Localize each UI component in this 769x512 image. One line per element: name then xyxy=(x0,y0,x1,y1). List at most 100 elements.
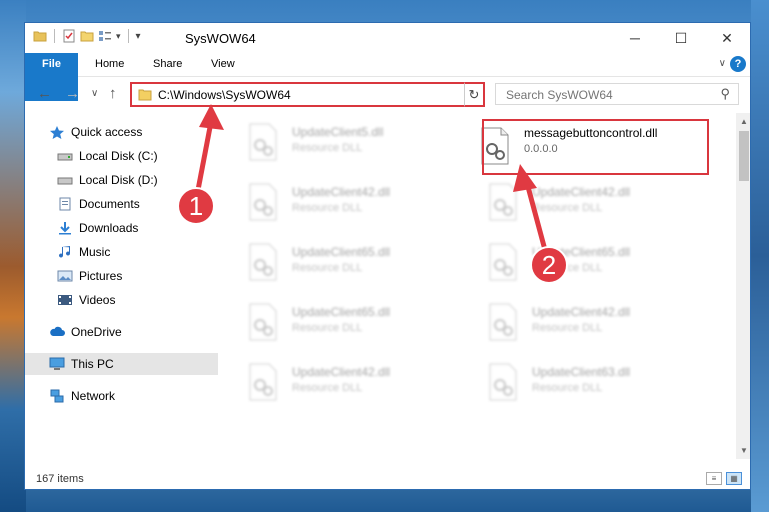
file-name: UpdateClient65.dll xyxy=(532,245,631,259)
search-box[interactable]: ⚲ xyxy=(495,83,739,105)
scrollbar-thumb[interactable] xyxy=(739,131,749,181)
address-bar[interactable]: C:\Windows\SysWOW64 ∨ xyxy=(130,82,482,107)
tab-share[interactable]: Share xyxy=(141,53,194,76)
file-item[interactable]: UpdateClient42.dll Resource DLL xyxy=(458,297,668,345)
up-arrow-icon[interactable]: ↑ xyxy=(109,85,117,102)
music-icon xyxy=(59,246,71,258)
address-path: C:\Windows\SysWOW64 xyxy=(158,88,291,102)
nav-item-label: Network xyxy=(71,389,116,403)
nav-item-local-disk-c[interactable]: Local Disk (C:) 📌 xyxy=(25,145,250,167)
dll-file-icon xyxy=(489,303,517,341)
maximize-icon: ☐ xyxy=(674,29,688,46)
help-icon[interactable]: ? xyxy=(730,56,746,72)
recent-locations-icon[interactable]: ∨ xyxy=(91,88,98,99)
file-item[interactable]: UpdateClient65.dll Resource DLL xyxy=(458,237,668,285)
nav-item-label: Local Disk (C:) xyxy=(79,149,158,163)
dll-file-icon xyxy=(249,303,277,341)
title-bar: ▾ ▾ SysWOW64 ─ ☐ ✕ xyxy=(25,23,750,53)
close-icon: ✕ xyxy=(721,29,733,46)
nav-item-downloads[interactable]: Downloads 📌 xyxy=(25,217,250,239)
details-view-icon[interactable]: ≡ xyxy=(706,472,722,485)
nav-item-label: Quick access xyxy=(71,125,143,139)
folder-icon xyxy=(138,89,152,101)
properties-icon[interactable] xyxy=(62,29,76,43)
nav-item-label: Videos xyxy=(79,293,116,307)
file-name: UpdateClient65.dll xyxy=(292,245,391,259)
download-icon xyxy=(59,222,71,235)
nav-item-label: Documents xyxy=(79,197,140,211)
window-controls: ─ ☐ ✕ xyxy=(612,23,750,53)
desktop-wallpaper-left xyxy=(0,0,26,512)
file-description: Resource DLL xyxy=(532,322,603,334)
scroll-up-icon[interactable]: ▲ xyxy=(740,117,748,126)
scroll-down-icon[interactable]: ▼ xyxy=(740,446,748,455)
file-name: UpdateClient65.dll xyxy=(292,305,391,319)
tiles-view-icon[interactable]: ▦ xyxy=(726,472,742,485)
minimize-button[interactable]: ─ xyxy=(612,23,658,53)
file-description: Resource DLL xyxy=(292,382,363,394)
file-item[interactable]: UpdateClient42.dll Resource DLL xyxy=(458,177,668,225)
file-item[interactable]: UpdateClient42.dll Resource DLL xyxy=(218,357,428,405)
file-name: UpdateClient63.dll xyxy=(532,365,631,379)
maximize-button[interactable]: ☐ xyxy=(658,23,704,53)
nav-item-pictures[interactable]: Pictures 📌 xyxy=(25,265,250,287)
file-item[interactable]: UpdateClient63.dll Resource DLL xyxy=(458,357,668,405)
chevron-down-icon[interactable]: ▾ xyxy=(116,31,121,42)
search-input[interactable] xyxy=(504,87,708,103)
nav-item-music[interactable]: Music 📌 xyxy=(25,241,250,263)
back-arrow-icon[interactable]: ← xyxy=(37,85,52,102)
dll-file-icon xyxy=(489,363,517,401)
nav-item-videos[interactable]: Videos 📌 xyxy=(25,289,250,311)
dll-file-icon xyxy=(249,243,277,281)
file-description: Resource DLL xyxy=(292,202,363,214)
nav-item-documents[interactable]: Documents 📌 xyxy=(25,193,250,215)
view-switcher: ≡ ▦ xyxy=(706,472,742,485)
folder-icon[interactable] xyxy=(33,29,47,43)
file-name: UpdateClient42.dll xyxy=(532,305,631,319)
nav-item-label: This PC xyxy=(71,357,114,371)
dll-file-icon xyxy=(249,183,277,221)
file-description: Resource DLL xyxy=(532,382,603,394)
nav-item-this-pc[interactable]: This PC xyxy=(25,353,242,375)
nav-item-network[interactable]: Network xyxy=(25,385,242,407)
new-folder-icon[interactable] xyxy=(80,29,94,43)
tab-view[interactable]: View xyxy=(199,53,247,76)
file-item[interactable]: UpdateClient42.dll Resource DLL xyxy=(218,177,428,225)
refresh-icon: ↻ xyxy=(468,87,480,102)
file-item[interactable]: UpdateClient65.dll Resource DLL xyxy=(218,297,428,345)
quick-access-toolbar: ▾ ▾ xyxy=(33,29,141,43)
refresh-button[interactable]: ↻ xyxy=(464,82,485,107)
pictures-icon xyxy=(57,270,73,282)
forward-arrow-icon[interactable]: → xyxy=(65,85,80,102)
file-item[interactable]: UpdateClient65.dll Resource DLL xyxy=(218,237,428,285)
network-icon xyxy=(50,389,64,403)
file-description: Resource DLL xyxy=(292,262,363,274)
file-description: Resource DLL xyxy=(532,262,603,274)
annotation-highlight-box xyxy=(482,119,709,175)
file-description: Resource DLL xyxy=(292,322,363,334)
nav-item-quick-access[interactable]: Quick access xyxy=(25,121,242,143)
nav-item-local-disk-d[interactable]: Local Disk (D:) 📌 xyxy=(25,169,250,191)
close-button[interactable]: ✕ xyxy=(704,23,750,53)
nav-item-label: OneDrive xyxy=(71,325,122,339)
nav-item-label: Downloads xyxy=(79,221,139,235)
vertical-scrollbar[interactable]: ▲ ▼ xyxy=(736,113,750,459)
ribbon-tabs: File Home Share View ∨ ? xyxy=(25,53,750,101)
tab-home[interactable]: Home xyxy=(83,53,136,76)
customize-toolbar-icon[interactable]: ▾ xyxy=(136,31,141,42)
cloud-icon xyxy=(50,326,65,336)
explorer-window: ▾ ▾ SysWOW64 ─ ☐ ✕ File Home Share View … xyxy=(24,22,751,490)
file-name: UpdateClient42.dll xyxy=(532,185,631,199)
file-item[interactable]: UpdateClient5.dll Resource DLL xyxy=(218,117,428,165)
nav-item-label: Music xyxy=(79,245,111,259)
file-name: UpdateClient5.dll xyxy=(292,125,384,139)
view-options-icon[interactable] xyxy=(98,29,112,43)
documents-icon xyxy=(59,197,71,211)
nav-item-onedrive[interactable]: OneDrive xyxy=(25,321,242,343)
dll-file-icon xyxy=(489,243,517,281)
drive-icon xyxy=(57,153,73,161)
search-icon: ⚲ xyxy=(720,86,730,101)
file-description: Resource DLL xyxy=(532,202,603,214)
desktop-wallpaper-right xyxy=(751,0,769,512)
expand-ribbon-icon[interactable]: ∨ xyxy=(719,58,726,69)
